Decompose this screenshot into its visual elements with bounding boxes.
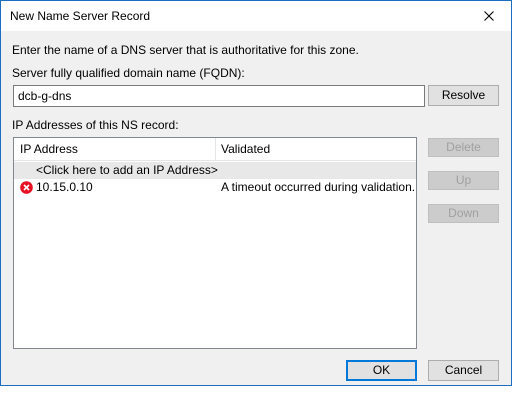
close-icon (483, 11, 494, 21)
table-row[interactable]: 10.15.0.10 A timeout occurred during val… (14, 179, 416, 196)
close-button[interactable] (466, 1, 511, 31)
ip-address-cell: 10.15.0.10 (36, 180, 93, 194)
up-button[interactable]: Up (428, 171, 499, 190)
list-header: IP Address Validated (14, 138, 416, 161)
dialog-title: New Name Server Record (10, 9, 151, 23)
add-ip-address-row[interactable]: <Click here to add an IP Address> (14, 162, 416, 179)
ok-button[interactable]: OK (346, 360, 417, 381)
new-name-server-record-dialog: New Name Server Record Enter the name of… (0, 0, 512, 386)
ip-address-list[interactable]: IP Address Validated <Click here to add … (13, 137, 417, 349)
fqdn-input[interactable]: dcb-g-dns (13, 85, 425, 107)
fqdn-label: Server fully qualified domain name (FQDN… (12, 66, 245, 80)
cancel-button[interactable]: Cancel (428, 360, 499, 381)
error-icon (20, 181, 33, 194)
title-bar: New Name Server Record (1, 1, 511, 31)
column-header-ip-address[interactable]: IP Address (14, 138, 215, 160)
add-ip-address-text: <Click here to add an IP Address> (36, 163, 218, 177)
resolve-button[interactable]: Resolve (428, 85, 499, 106)
down-button[interactable]: Down (428, 204, 499, 223)
delete-button[interactable]: Delete (428, 138, 499, 157)
instruction-text: Enter the name of a DNS server that is a… (12, 43, 359, 57)
ip-addresses-label: IP Addresses of this NS record: (12, 118, 179, 132)
validation-status-cell: A timeout occurred during validation. (221, 180, 416, 194)
column-header-validated[interactable]: Validated (215, 138, 415, 160)
